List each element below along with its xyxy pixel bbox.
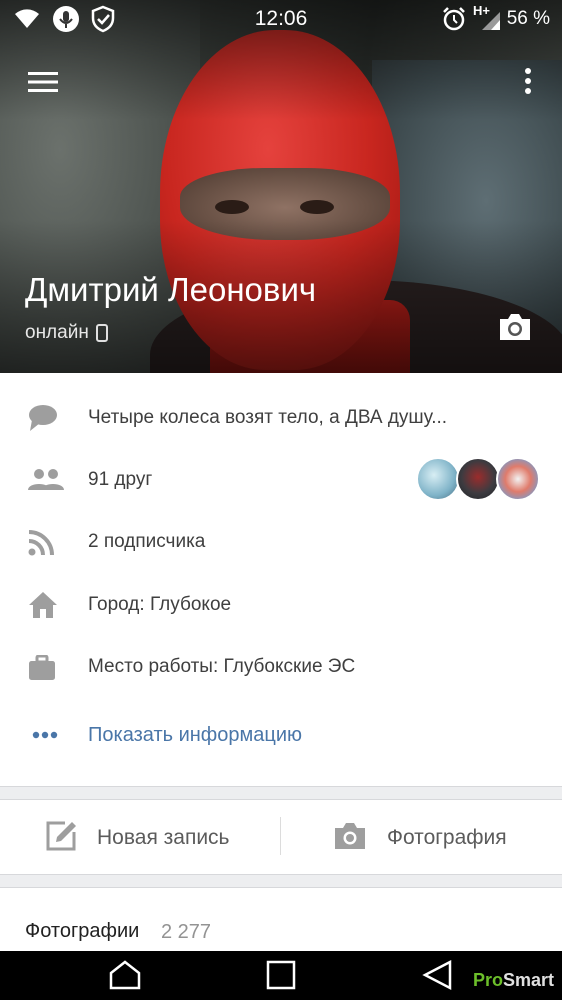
friend-avatar[interactable] [456, 457, 500, 501]
add-photo-label: Фотография [387, 826, 507, 849]
friend-avatar[interactable] [416, 457, 460, 501]
recent-apps-icon[interactable] [263, 959, 299, 991]
camera-icon [335, 823, 365, 849]
camera-icon[interactable] [497, 312, 533, 342]
work-text: Место работы: Глубокские ЭС [88, 656, 356, 677]
friends-icon [28, 469, 64, 490]
status-quote-text: Четыре колеса возят тело, а ДВА душу... [88, 407, 448, 428]
photos-count: 2 277 [161, 921, 212, 943]
signal-icon [482, 12, 500, 30]
prosmart-watermark: ProSmart [473, 970, 554, 991]
cover-eye-right [300, 200, 334, 214]
friend-avatar[interactable] [496, 457, 540, 501]
show-info-row[interactable]: Показать информацию [0, 710, 562, 760]
divider [0, 887, 562, 888]
profile-name: Дмитрий Леонович [25, 271, 317, 308]
photos-section-title[interactable]: Фотографии [25, 920, 139, 943]
work-row: Место работы: Глубокские ЭС [0, 642, 562, 692]
more-vertical-icon[interactable] [516, 66, 540, 98]
new-post-button[interactable]: Новая запись [0, 800, 280, 874]
section-gap [0, 875, 562, 887]
new-post-label: Новая запись [97, 826, 230, 849]
alarm-icon [443, 7, 465, 31]
city-row: Город: Глубокое [0, 580, 562, 630]
city-text: Город: Глубокое [88, 594, 232, 615]
briefcase-icon [29, 655, 55, 680]
battery-percent: 56 % [506, 8, 550, 29]
menu-icon[interactable] [28, 70, 58, 94]
friends-count: 91 друг [88, 469, 153, 490]
show-info-link[interactable]: Показать информацию [88, 724, 302, 747]
followers-count: 2 подписчика [88, 531, 206, 552]
phone-icon [96, 324, 108, 342]
profile-cover-photo[interactable] [0, 0, 562, 373]
status-quote-row[interactable]: Четыре колеса возят тело, а ДВА душу... [0, 393, 562, 443]
friends-avatars[interactable] [416, 457, 540, 501]
section-gap [0, 787, 562, 799]
add-photo-button[interactable]: Фотография [281, 800, 562, 874]
back-icon[interactable] [420, 959, 456, 991]
cover-eye-left [215, 200, 249, 214]
edit-icon [46, 821, 76, 851]
status-bar: 12:06 H+ 56 % [0, 0, 562, 38]
followers-row[interactable]: 2 подписчика [0, 517, 562, 567]
online-status: онлайн [25, 322, 89, 343]
home-icon [29, 592, 57, 618]
chat-bubble-icon [29, 405, 57, 431]
more-horizontal-icon [32, 731, 58, 739]
rss-icon [28, 530, 54, 556]
home-nav-icon[interactable] [107, 959, 143, 991]
watermark-smart: Smart [502, 970, 554, 990]
watermark-pro: Pro [472, 970, 503, 990]
